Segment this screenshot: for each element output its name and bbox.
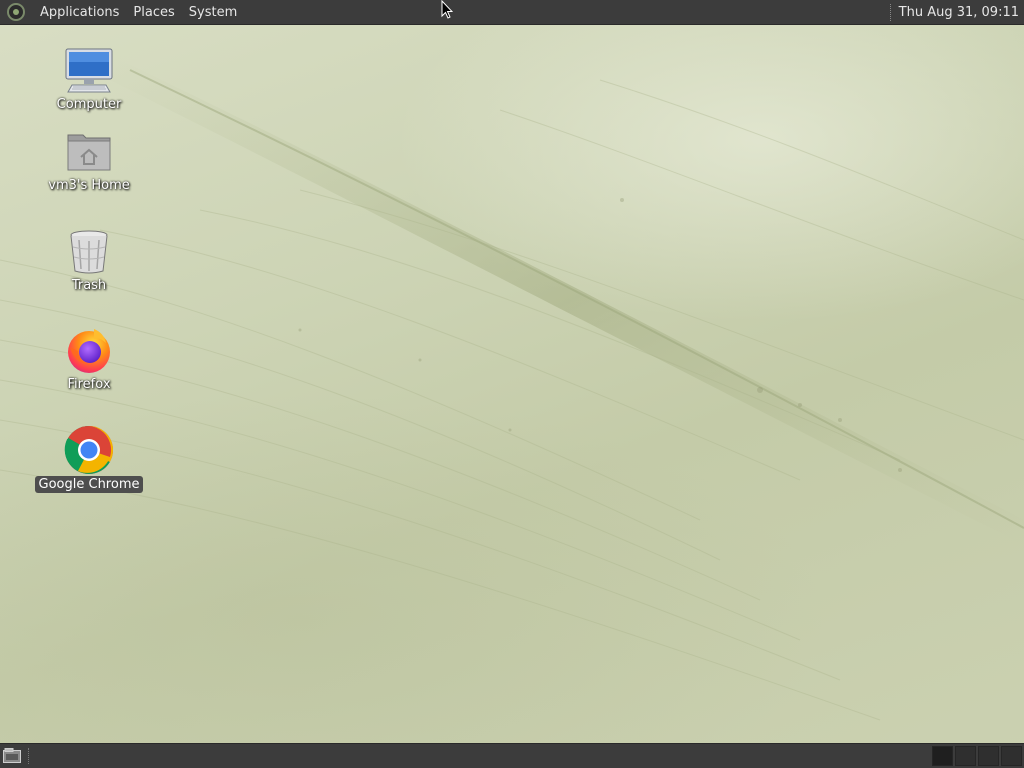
show-desktop-icon[interactable] (3, 748, 21, 763)
firefox-icon (63, 324, 115, 376)
workspace-switcher[interactable] (930, 746, 1022, 766)
workspace-4[interactable] (1001, 746, 1022, 766)
workspace-3[interactable] (978, 746, 999, 766)
wallpaper-texture (0, 60, 1024, 721)
clock[interactable]: Thu Aug 31, 09:11 (899, 5, 1024, 20)
top-panel: Applications Places System Thu Aug 31, 0… (0, 0, 1024, 25)
panel-separator (28, 748, 31, 764)
panel-separator (889, 3, 893, 21)
desktop-icon-label: Trash (71, 278, 107, 293)
menu-system[interactable]: System (182, 0, 244, 25)
desktop-icon-home[interactable]: vm3's Home (34, 125, 144, 194)
home-folder-icon (63, 125, 115, 177)
desktop-wallpaper (0, 0, 1024, 768)
menu-places[interactable]: Places (126, 0, 181, 25)
chrome-icon (63, 424, 115, 476)
distro-logo-icon[interactable] (7, 3, 25, 21)
desktop-icon-label: Computer (56, 97, 122, 112)
menu-applications[interactable]: Applications (33, 0, 126, 25)
desktop-icon-computer[interactable]: Computer (34, 44, 144, 113)
desktop-icon-label: vm3's Home (48, 178, 130, 193)
desktop-icon-label: Firefox (67, 377, 111, 392)
mouse-cursor-icon (441, 0, 454, 23)
workspace-1[interactable] (932, 746, 953, 766)
bottom-panel (0, 743, 1024, 768)
desktop-screen: Applications Places System Thu Aug 31, 0… (0, 0, 1024, 768)
computer-icon (63, 44, 115, 96)
desktop-icon-chrome[interactable]: Google Chrome (34, 424, 144, 493)
desktop-icon-label: Google Chrome (34, 476, 144, 493)
desktop-icon-trash[interactable]: Trash (34, 225, 144, 294)
workspace-2[interactable] (955, 746, 976, 766)
desktop-icon-firefox[interactable]: Firefox (34, 324, 144, 393)
trash-icon (63, 225, 115, 277)
